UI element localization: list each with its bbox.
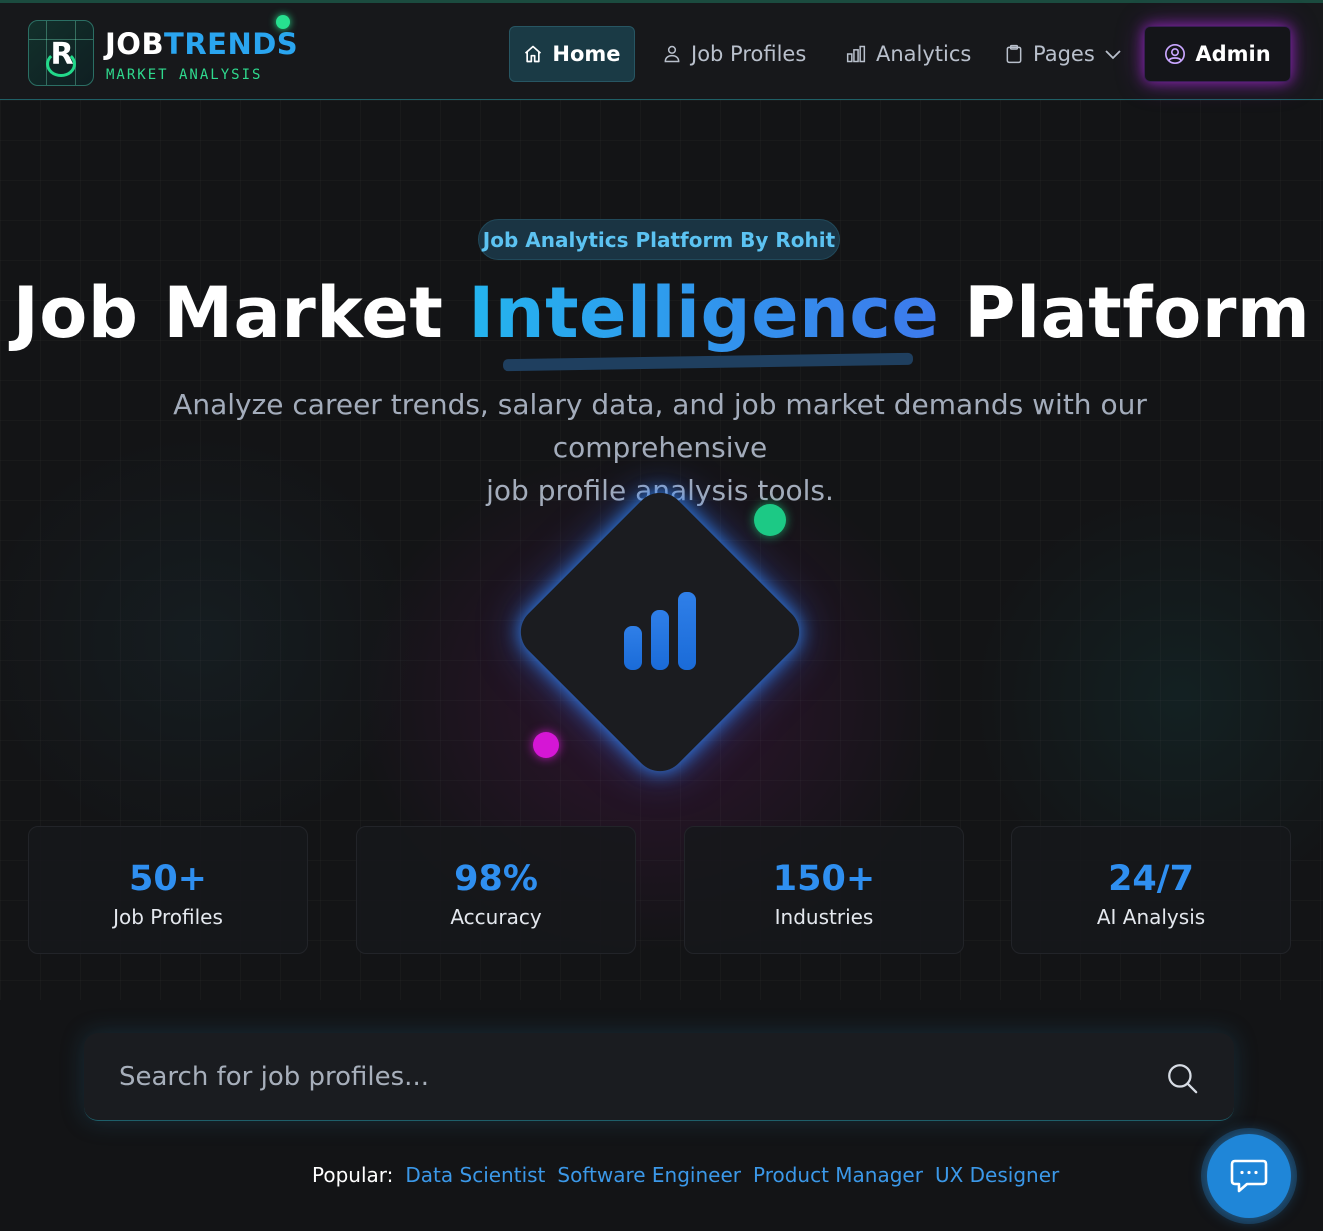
stat-label: Industries	[774, 905, 874, 929]
nav-job-profiles-label: Job Profiles	[691, 42, 807, 66]
chat-button[interactable]	[1207, 1134, 1291, 1218]
navbar: R JOBTRENDS MARKET ANALYSIS Home Job Pro…	[0, 0, 1323, 100]
decor-dot-pink	[533, 732, 559, 758]
search-input[interactable]	[119, 1055, 1119, 1099]
brand-title[interactable]: JOBTRENDS	[105, 27, 298, 61]
popular-label: Popular:	[312, 1163, 394, 1187]
status-dot	[276, 15, 290, 29]
hero-subtitle-line1: Analyze career trends, salary data, and …	[173, 388, 1147, 464]
title-highlight: Intelligence	[468, 272, 940, 354]
chevron-down-icon	[1105, 50, 1121, 60]
popular-searches: Popular: Data Scientist Software Enginee…	[312, 1160, 1059, 1190]
nav-pages-label: Pages	[1033, 42, 1095, 66]
logo-letter: R	[50, 37, 74, 72]
logo[interactable]: R	[28, 20, 94, 86]
brand-subtitle: MARKET ANALYSIS	[106, 67, 263, 83]
stat-label: Job Profiles	[113, 905, 223, 929]
admin-label: Admin	[1195, 42, 1271, 66]
stat-value: 150+	[772, 859, 876, 899]
home-icon	[525, 45, 542, 63]
clipboard-icon	[1006, 44, 1022, 64]
nav-home[interactable]: Home	[509, 26, 635, 82]
user-icon	[664, 45, 680, 63]
nav-home-label: Home	[552, 42, 621, 66]
popular-tag-data-scientist[interactable]: Data Scientist	[405, 1163, 545, 1187]
bar-chart-icon	[624, 592, 696, 670]
stat-card: 150+ Industries	[684, 826, 964, 954]
nav-analytics-label: Analytics	[876, 42, 972, 66]
user-circle-icon	[1165, 44, 1186, 64]
decor-dot-green	[754, 504, 786, 536]
page: R JOBTRENDS MARKET ANALYSIS Home Job Pro…	[0, 0, 1323, 1231]
stat-card: 24/7 AI Analysis	[1011, 826, 1291, 954]
title-underline	[502, 352, 914, 372]
platform-badge: Job Analytics Platform By Rohit	[478, 219, 840, 260]
nav-job-profiles[interactable]: Job Profiles	[662, 26, 806, 82]
nav-pages[interactable]: Pages	[1004, 26, 1122, 82]
brand-title-trends: TRENDS	[164, 27, 299, 61]
popular-tag-product-manager[interactable]: Product Manager	[753, 1163, 923, 1187]
popular-tag-ux-designer[interactable]: UX Designer	[935, 1163, 1059, 1187]
brand-title-job: JOB	[105, 27, 165, 61]
stat-value: 50+	[128, 859, 208, 899]
page-title: Job Market Intelligence Platform	[0, 272, 1323, 354]
stat-value: 24/7	[1108, 859, 1194, 899]
nav-analytics[interactable]: Analytics	[845, 26, 971, 82]
title-part1: Job Market	[12, 272, 469, 354]
stat-value: 98%	[454, 859, 538, 899]
admin-button[interactable]: Admin	[1144, 26, 1291, 82]
bar-chart-icon	[846, 45, 866, 63]
search-icon[interactable]	[1165, 1061, 1199, 1095]
stat-label: AI Analysis	[1096, 905, 1206, 929]
search-bar	[84, 1033, 1234, 1121]
stat-card: 98% Accuracy	[356, 826, 636, 954]
stat-label: Accuracy	[450, 905, 542, 929]
title-part2: Platform	[939, 272, 1311, 354]
popular-tag-software-engineer[interactable]: Software Engineer	[557, 1163, 741, 1187]
chat-bubble-icon	[1230, 1159, 1268, 1193]
stat-card: 50+ Job Profiles	[28, 826, 308, 954]
